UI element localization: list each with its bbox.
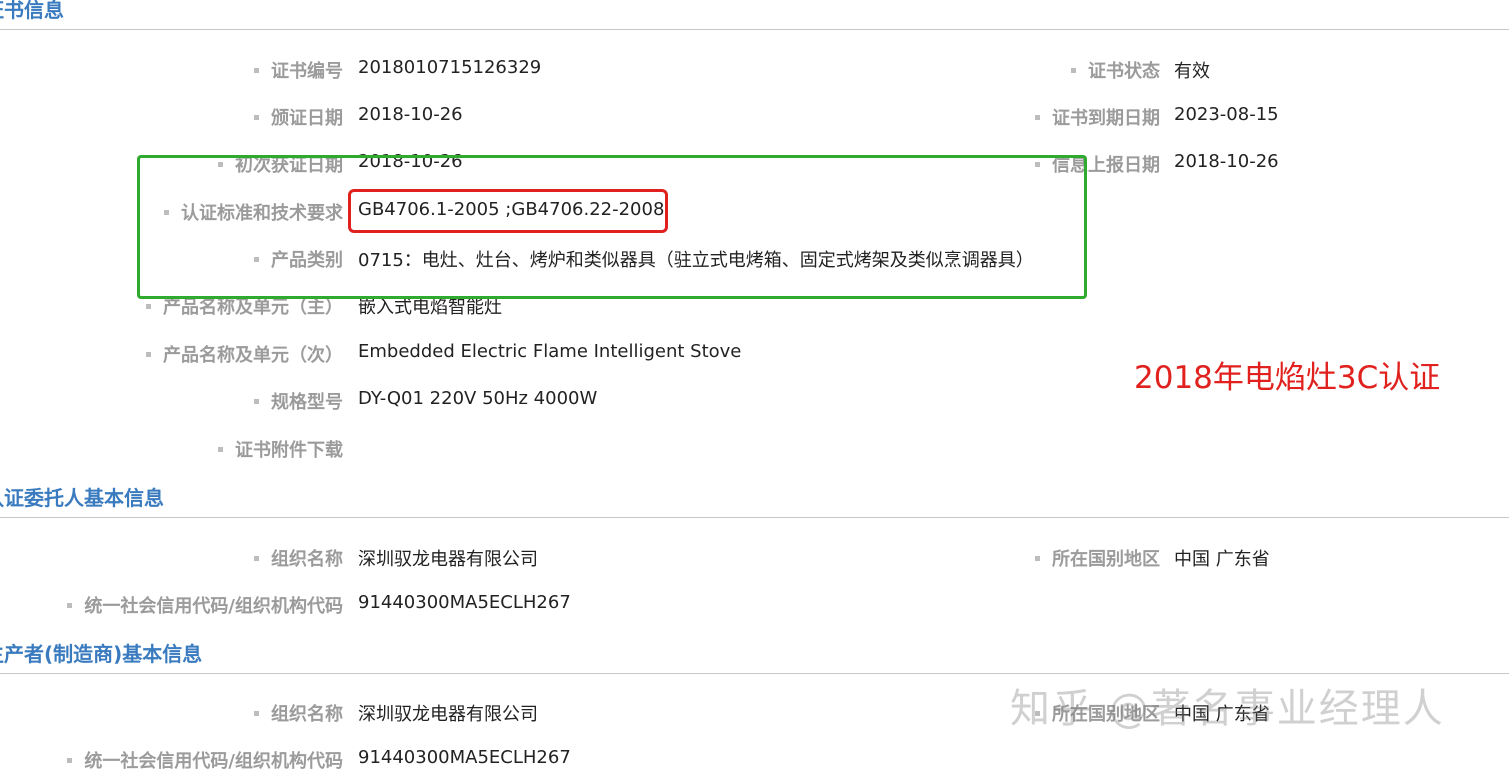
expiry-date-value: 2023-08-15	[1174, 104, 1279, 125]
manufacturer-org-name-label: 组织名称	[254, 700, 343, 726]
cert-no-label: 证书编号	[254, 57, 343, 83]
bullet-icon	[218, 446, 223, 452]
applicant-region-label: 所在国别地区	[1035, 545, 1160, 571]
expiry-date-label: 证书到期日期	[1035, 104, 1160, 130]
watermark: 知乎 @著名事业经理人	[1010, 686, 1445, 732]
cert-status-value: 有效	[1174, 61, 1210, 82]
applicant-org-name-label: 组织名称	[254, 545, 343, 571]
applicant-credit-code-value: 91440300MA5ECLH267	[358, 592, 571, 613]
model-value: DY-Q01 220V 50Hz 4000W	[358, 388, 598, 409]
manufacturer-credit-code-value: 91440300MA5ECLH267	[358, 747, 571, 768]
manufacturer-org-name-value: 深圳驭龙电器有限公司	[358, 704, 538, 725]
issue-date-label: 颁证日期	[254, 104, 343, 130]
bullet-icon	[146, 303, 151, 309]
bullet-icon	[254, 710, 259, 716]
bullet-icon	[254, 398, 259, 404]
model-label: 规格型号	[254, 388, 343, 414]
cert-status-label: 证书状态	[1071, 57, 1160, 83]
section-divider	[0, 29, 1509, 30]
bullet-icon	[146, 351, 151, 357]
applicant-org-name-value: 深圳驭龙电器有限公司	[358, 549, 538, 570]
product-name-sub-label: 产品名称及单元（次）	[146, 341, 343, 367]
bullet-icon	[1035, 555, 1040, 561]
applicant-credit-code-label: 统一社会信用代码/组织机构代码	[67, 592, 343, 618]
section-title-applicant: 认证委托人基本信息	[0, 486, 164, 510]
bullet-icon	[254, 555, 259, 561]
applicant-region-value: 中国 广东省	[1174, 549, 1270, 570]
bullet-icon	[67, 757, 73, 763]
bullet-icon	[254, 114, 259, 120]
cert-no-value: 2018010715126329	[358, 57, 542, 78]
product-name-sub-value: Embedded Electric Flame Intelligent Stov…	[358, 341, 742, 362]
section-divider	[0, 673, 1509, 674]
highlight-box-red	[348, 189, 668, 233]
manufacturer-credit-code-label: 统一社会信用代码/组织机构代码	[67, 747, 343, 773]
attachment-download-link[interactable]: 证书附件下载	[218, 436, 343, 462]
bullet-icon	[1035, 114, 1040, 120]
section-title-certificate: 证书信息	[0, 0, 64, 22]
annotation-text: 2018年电焰灶3C认证	[1134, 360, 1441, 396]
bullet-icon	[254, 67, 259, 73]
report-date-value: 2018-10-26	[1174, 151, 1279, 172]
bullet-icon	[1071, 67, 1076, 73]
bullet-icon	[67, 602, 73, 608]
issue-date-value: 2018-10-26	[358, 104, 463, 125]
section-divider	[0, 517, 1509, 518]
section-title-manufacturer: 生产者(制造商)基本信息	[0, 642, 203, 666]
